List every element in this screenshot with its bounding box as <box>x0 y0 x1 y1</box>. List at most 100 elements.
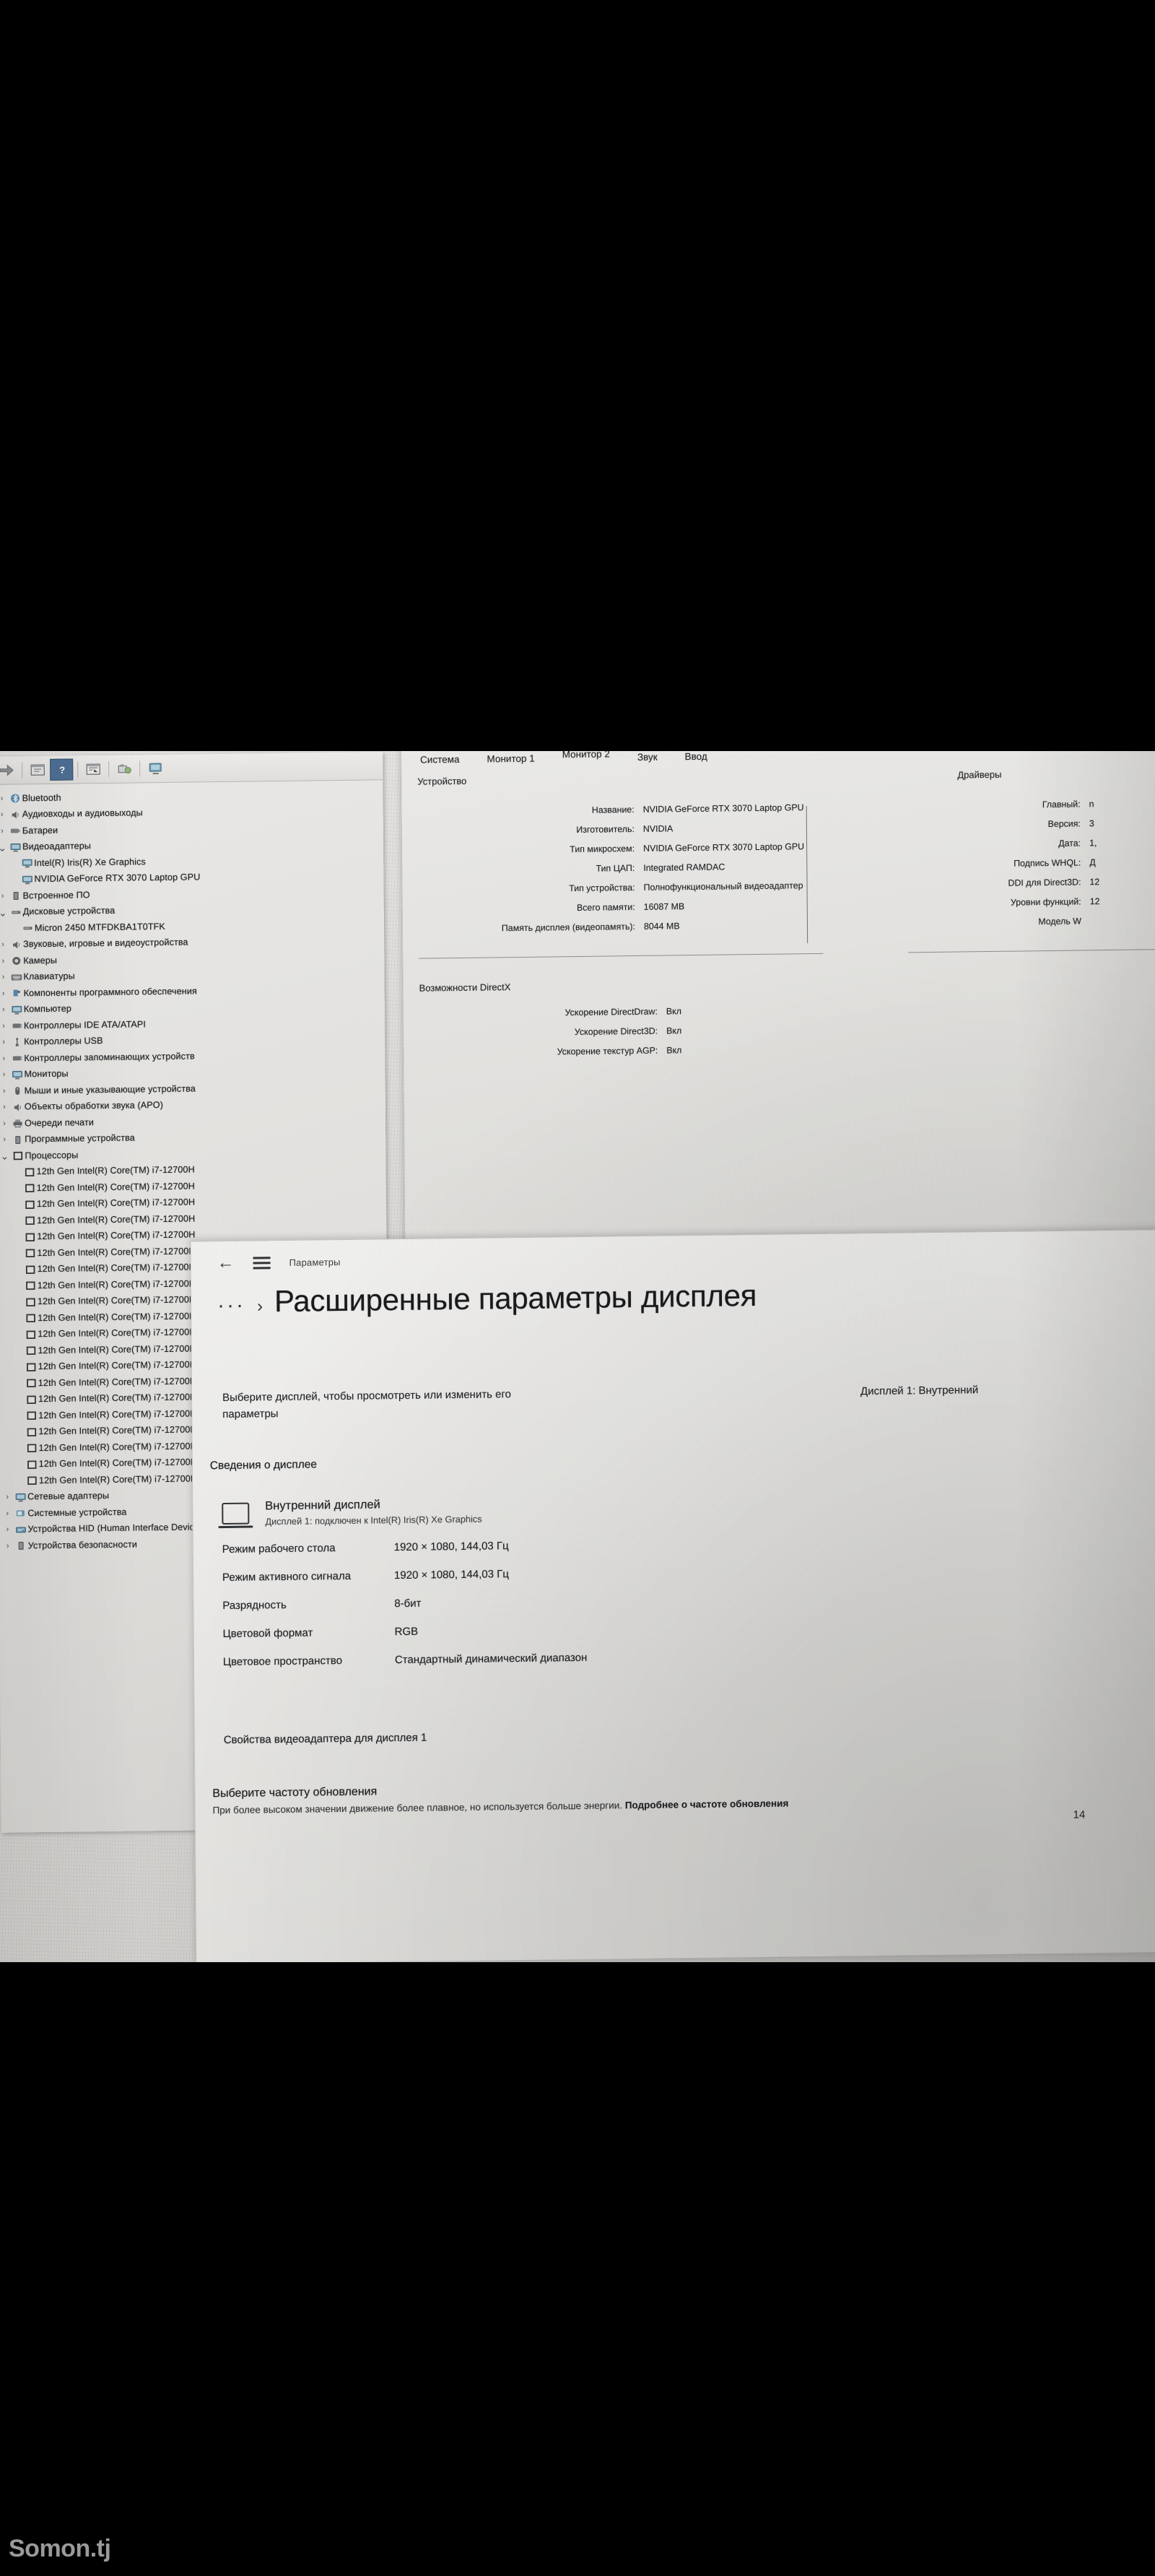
adapter-properties-link[interactable]: Свойства видеоадаптера для дисплея 1 <box>224 1732 427 1746</box>
chevron-right-icon[interactable]: › <box>0 1021 9 1030</box>
update-driver-icon[interactable] <box>113 758 135 779</box>
scan-hardware-icon[interactable] <box>82 759 104 779</box>
chevron-right-icon[interactable]: › <box>0 956 9 965</box>
chevron-right-icon[interactable]: › <box>0 940 9 949</box>
show-hidden-devices-icon[interactable] <box>144 758 166 779</box>
device-tree-item-label: 12th Gen Intel(R) Core(TM) i7-12700H <box>38 1311 196 1324</box>
chevron-right-icon[interactable]: › <box>0 1038 9 1046</box>
chevron-right-icon[interactable]: › <box>0 989 9 997</box>
chevron-right-icon[interactable]: › <box>0 1005 9 1014</box>
display-adapter-icon <box>8 842 22 852</box>
tab-monitor-2[interactable]: Монитор 2 <box>559 751 613 768</box>
monitor-summary: Внутренний дисплей Дисплей 1: подключен … <box>222 1489 1138 1528</box>
chevron-right-icon[interactable]: › <box>2 1541 14 1550</box>
display-info-card: Внутренний дисплей Дисплей 1: подключен … <box>222 1489 1140 1668</box>
chevron-right-icon[interactable]: › <box>0 1086 10 1095</box>
toolbar-separator <box>139 760 141 777</box>
dxdiag-row-value: n <box>1089 799 1094 810</box>
dxdiag-row-value: Вкл <box>666 1045 682 1056</box>
refresh-rate-description-text: При более высоком значении движение боле… <box>212 1800 623 1816</box>
chevron-down-icon[interactable]: ⌄ <box>0 1150 10 1162</box>
chevron-right-icon[interactable]: › <box>0 810 8 819</box>
display-info-row: Режим активного сигнала 1920 × 1080, 144,… <box>222 1561 1139 1584</box>
chevron-right-icon[interactable]: › <box>1 1525 13 1534</box>
device-manager-toolbar[interactable]: ? <box>0 752 383 785</box>
toolbar-separator <box>108 760 110 777</box>
tab-system[interactable]: Система <box>417 753 463 770</box>
dxdiag-row-label: Главный: <box>1042 799 1081 810</box>
settings-window[interactable]: ← Параметры ··· › Расширенные параметры … <box>190 1228 1155 1962</box>
breadcrumb-overflow-icon[interactable]: ··· <box>217 1293 245 1317</box>
mouse-icon <box>10 1086 25 1096</box>
device-tree-item-label: Встроенное ПО <box>22 890 90 901</box>
device-tree-item-label: 12th Gen Intel(R) Core(TM) i7-12700H <box>36 1197 196 1210</box>
chevron-right-icon[interactable]: › <box>0 1054 9 1062</box>
display-info-row-value: 1920 × 1080, 144,03 Гц <box>393 1568 510 1582</box>
display-info-row-value: 8-бит <box>394 1597 422 1610</box>
dxdiag-row-value: NVIDIA <box>642 823 674 834</box>
tab-sound[interactable]: Звук <box>635 751 661 767</box>
device-group-legend: Устройство <box>417 775 467 787</box>
monitor-icon <box>9 1070 24 1080</box>
display-adapter-icon <box>19 875 34 885</box>
properties-icon[interactable] <box>27 760 48 780</box>
ide-controller-icon <box>9 1021 24 1031</box>
tab-monitor-1[interactable]: Монитор 1 <box>484 752 537 769</box>
storage-controller-icon <box>9 1054 24 1064</box>
help-icon[interactable]: ? <box>50 758 74 781</box>
chevron-right-icon[interactable]: › <box>0 1119 10 1127</box>
dxdiag-row: Тип ЦАП: Integrated RAMDAC <box>418 860 866 876</box>
monitor-connection: Дисплей 1: подключен к Intel(R) Iris(R) … <box>265 1513 482 1527</box>
display-info-row-label: Разрядность <box>222 1598 287 1613</box>
software-component-icon <box>9 989 24 999</box>
system-device-icon <box>13 1509 27 1519</box>
device-tree-item-label: Системные устройства <box>27 1506 127 1519</box>
device-tree-item-label: Контроллеры USB <box>24 1036 103 1047</box>
chevron-right-icon[interactable]: › <box>0 1103 10 1111</box>
dxdiag-row-label: DDI для Direct3D: <box>1008 877 1081 888</box>
display-info-row-label: Цветовой формат <box>222 1626 313 1641</box>
tab-input[interactable]: Ввод <box>682 751 710 766</box>
dxdiag-row: DDI для Direct3D: 12 <box>907 876 1155 890</box>
display-info-row-value: Стандартный динамический диапазон <box>394 1651 588 1667</box>
photographed-laptop-screen: ? › Bluetooth › Аудиовходы и аудиовыходы › Ба… <box>0 751 1155 1962</box>
dxdiag-window[interactable]: Система Монитор 1 Монитор 2 Звук Ввод Ус… <box>401 751 1155 1293</box>
dxdiag-row-value: 12 <box>1089 896 1100 907</box>
chevron-right-icon[interactable]: › <box>0 794 8 802</box>
device-tree-item-label: 12th Gen Intel(R) Core(TM) i7-12700H <box>38 1392 197 1405</box>
processor-icon <box>10 1151 25 1161</box>
dxdiag-row: Ускорение текстур AGP: Вкл <box>419 1044 824 1059</box>
chevron-right-icon[interactable]: › <box>0 1070 10 1079</box>
chevron-down-icon[interactable]: ⌄ <box>0 906 9 918</box>
dxdiag-row-value: 3 <box>1089 818 1094 829</box>
device-tree-item-label: 12th Gen Intel(R) Core(TM) i7-12700H <box>38 1408 197 1421</box>
chevron-right-icon[interactable]: › <box>0 1135 10 1144</box>
dxdiag-tabs[interactable]: Система Монитор 1 Монитор 2 Звук Ввод <box>401 751 1155 770</box>
disk-icon <box>20 923 35 933</box>
device-tree-item-label: 12th Gen Intel(R) Core(TM) i7-12700H <box>37 1278 196 1291</box>
back-arrow-icon[interactable]: ← <box>217 1253 234 1272</box>
chevron-right-icon[interactable]: › <box>0 973 9 981</box>
device-tree-item-label: 12th Gen Intel(R) Core(TM) i7-12700H <box>37 1229 196 1242</box>
device-tree-item-label: Сетевые адаптеры <box>27 1491 110 1502</box>
display-info-row: Режим рабочего стола 1920 × 1080, 144,03 … <box>222 1532 1139 1556</box>
dxdiag-row: Название: NVIDIA GeForce RTX 3070 Laptop … <box>418 802 866 818</box>
device-tree-item-label: Устройства безопасности <box>27 1539 138 1551</box>
chevron-right-icon[interactable]: › <box>0 891 9 900</box>
battery-icon <box>8 826 22 836</box>
display-adapter-icon <box>19 858 34 868</box>
laptop-display-icon <box>222 1502 250 1525</box>
chevron-right-icon[interactable]: › <box>0 826 8 835</box>
hamburger-menu-icon[interactable] <box>253 1256 271 1270</box>
device-tree-item-label: 12th Gen Intel(R) Core(TM) i7-12700H <box>36 1181 196 1194</box>
chevron-down-icon[interactable]: ⌄ <box>0 841 8 853</box>
display-selector-value[interactable]: Дисплей 1: Внутренний <box>860 1384 978 1397</box>
computer-icon <box>9 1005 24 1015</box>
forward-arrow-icon[interactable] <box>0 760 17 780</box>
chevron-right-icon[interactable]: › <box>1 1493 13 1501</box>
refresh-rate-value[interactable]: 14 <box>1073 1808 1086 1821</box>
device-tree-item-label: Мыши и иные указывающие устройства <box>24 1083 196 1096</box>
chevron-right-icon[interactable]: › <box>1 1509 13 1517</box>
refresh-rate-learn-more-link[interactable]: Подробнее о частоте обновления <box>625 1797 789 1810</box>
breadcrumb-separator-icon: › <box>256 1296 263 1317</box>
